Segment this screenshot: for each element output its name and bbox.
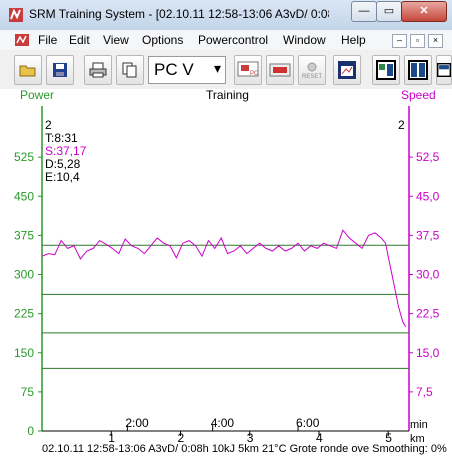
open-button[interactable] — [14, 55, 42, 85]
chart-title: Training — [206, 88, 249, 102]
print-icon — [89, 62, 107, 78]
mdi-minimize-button[interactable]: – — [392, 34, 407, 48]
print-button[interactable] — [84, 55, 112, 85]
close-button[interactable]: ✕ — [401, 1, 447, 22]
menu-window[interactable]: Window — [283, 33, 326, 47]
menu-powercontrol[interactable]: Powercontrol — [198, 33, 268, 47]
menu-view[interactable]: View — [103, 33, 129, 47]
app-icon — [9, 8, 23, 22]
reset-icon: RESET — [302, 62, 322, 80]
layout-3-button[interactable] — [436, 55, 452, 85]
menu-file[interactable]: File — [38, 33, 57, 47]
export-button[interactable] — [333, 55, 361, 85]
export-icon — [338, 61, 356, 79]
reset-button[interactable]: RESET — [298, 55, 326, 85]
window-title: SRM Training System - [02.10.11 12:58-13… — [29, 7, 329, 21]
reset-memory-button[interactable] — [266, 55, 294, 85]
pc-version-select[interactable]: PC V ▾ — [148, 56, 226, 84]
layout-1-icon — [376, 60, 396, 80]
layout-3-icon — [437, 63, 451, 77]
chart-panel — [0, 89, 452, 457]
save-button[interactable] — [46, 55, 74, 85]
save-icon — [53, 63, 67, 77]
layout-2-button[interactable] — [404, 55, 432, 85]
maximize-button[interactable]: ▭ — [376, 1, 402, 22]
pc-version-value: PC V — [154, 60, 194, 79]
minimize-button[interactable]: — — [351, 1, 377, 22]
status-bar: 02.10.11 12:58-13:06 A3vD/ 0:08h 10kJ 5k… — [42, 443, 447, 455]
open-icon — [19, 65, 36, 77]
menu-help[interactable]: Help — [341, 33, 366, 47]
pc-download-button[interactable]: PC — [234, 55, 262, 85]
layout-1-button[interactable] — [372, 55, 400, 85]
reset-memory-icon — [269, 63, 291, 77]
menu-edit[interactable]: Edit — [69, 33, 90, 47]
power-axis-title: Power — [20, 88, 55, 102]
layout-2-icon — [408, 60, 428, 80]
menu-options[interactable]: Options — [142, 33, 183, 47]
speed-axis-title: Speed — [401, 88, 436, 102]
chevron-down-icon: ▾ — [213, 60, 221, 76]
document-icon[interactable] — [14, 33, 30, 47]
reset-label: RESET — [302, 74, 322, 80]
pc-label: PC — [250, 71, 259, 77]
pc-download-icon: PC — [237, 61, 259, 77]
mdi-close-button[interactable]: × — [428, 34, 443, 48]
mdi-restore-button[interactable]: ▫ — [410, 34, 425, 48]
copy-icon — [122, 62, 137, 78]
copy-button[interactable] — [116, 55, 144, 85]
